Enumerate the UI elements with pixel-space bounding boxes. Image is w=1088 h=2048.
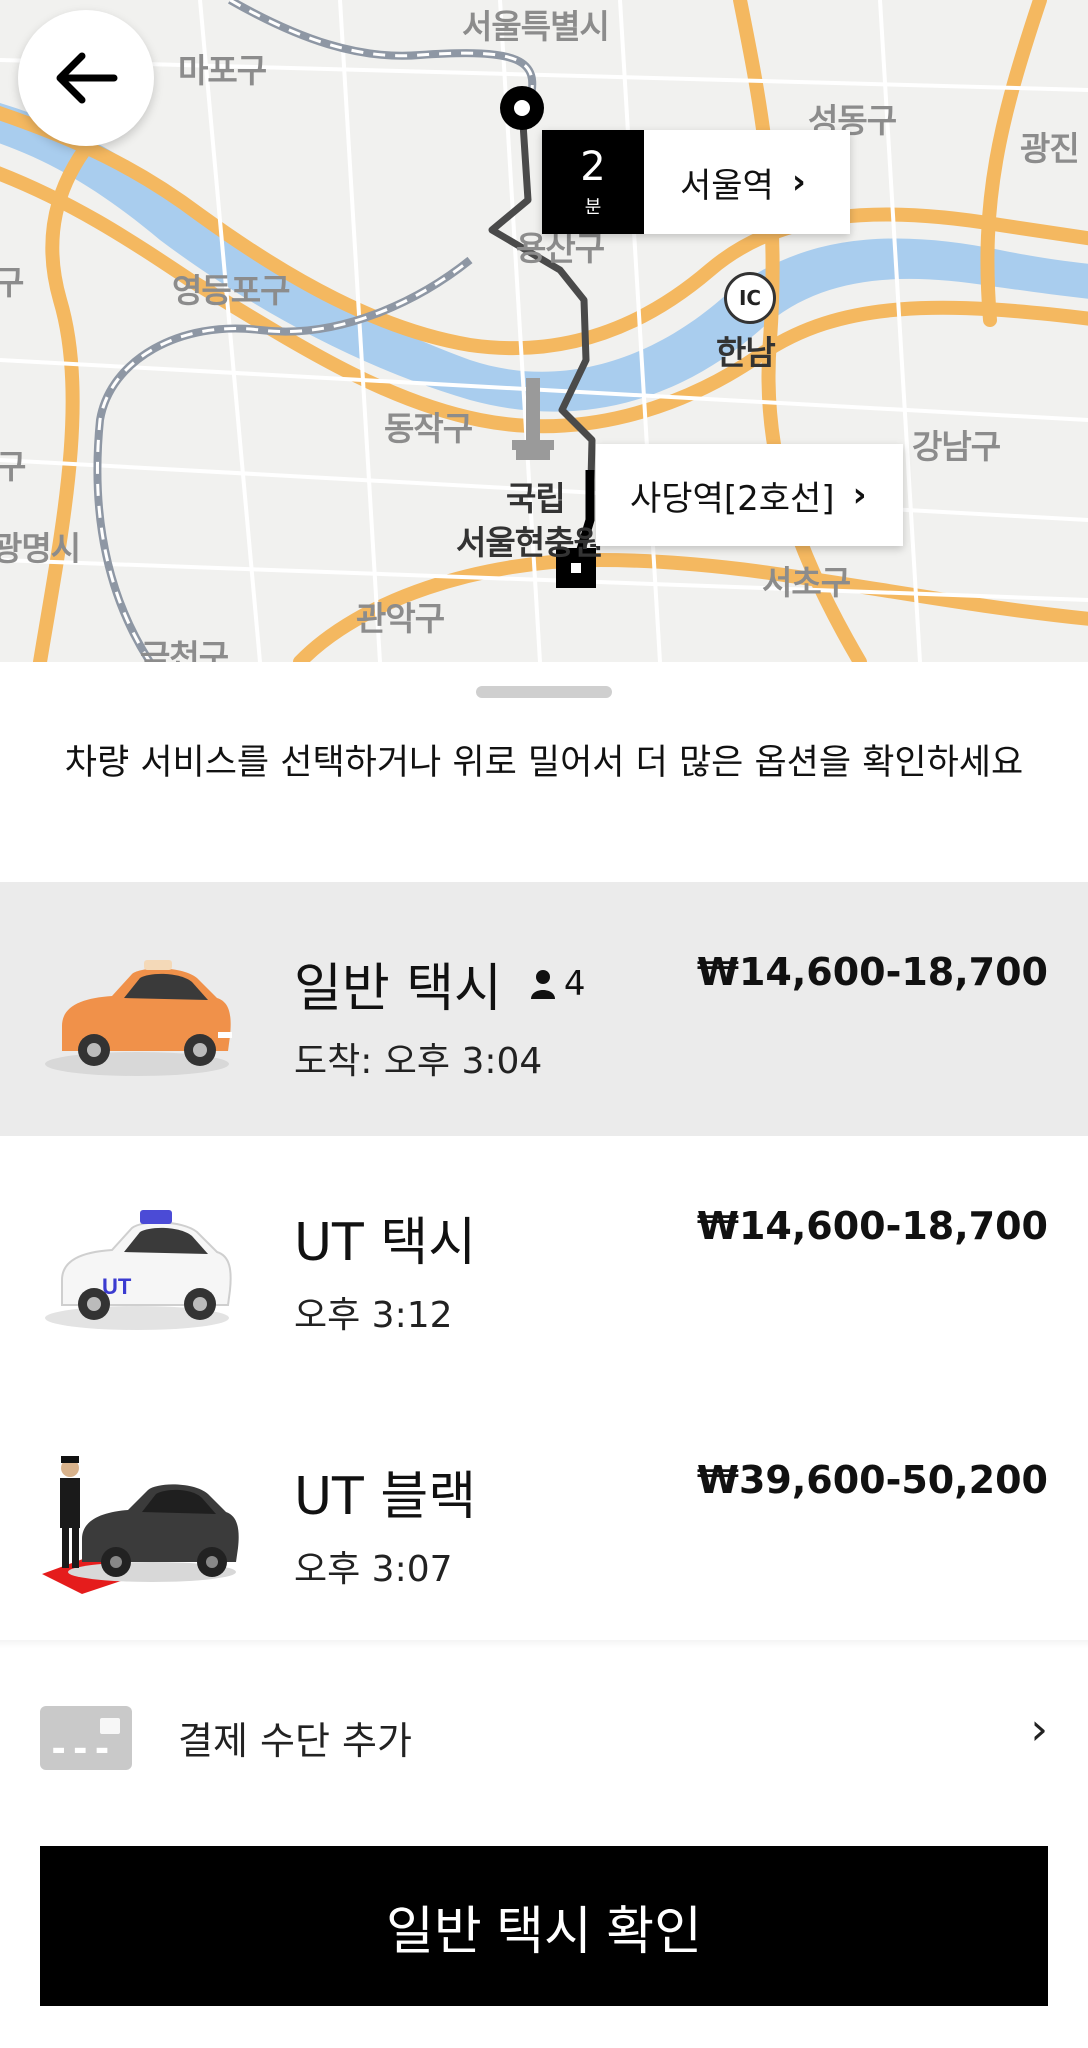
ride-name-text: UT 택시	[294, 1213, 477, 1273]
section-divider	[0, 1640, 1088, 1648]
black-car-icon	[42, 1456, 239, 1594]
map-label-guro: 구	[0, 263, 24, 302]
ride-arrival-time: 도착: 오후 3:04	[294, 1041, 543, 1082]
chevron-right-icon: ›	[791, 162, 806, 202]
eta-unit: 분	[584, 197, 602, 218]
white-taxi-icon: UT	[45, 1210, 232, 1330]
dropoff-callout[interactable]: 사당역[2호선] ›	[596, 444, 903, 546]
ride-option-ut-black[interactable]: UT 블랙 오후 3:07 ₩39,600-50,200	[0, 1390, 1088, 1644]
map-label-gangnam: 강남구	[912, 427, 1001, 466]
map-label-guro2: 구	[0, 447, 26, 486]
map-label-seoul: 서울특별시	[462, 7, 610, 46]
credit-card-icon: ▬ ▬ ▬	[40, 1706, 132, 1770]
map-label-cemetery: 서울현충원	[456, 523, 604, 562]
sheet-hint: 차량 서비스를 선택하거나 위로 밀어서 더 많은 옵션을 확인하세요	[64, 743, 1024, 783]
map-label-dongjak: 동작구	[384, 409, 473, 448]
person-icon	[530, 969, 555, 999]
ride-price: ₩14,600-18,700	[697, 950, 1048, 994]
ride-arrival-time: 오후 3:07	[294, 1549, 453, 1590]
pickup-callout[interactable]: 2 분 서울역 ›	[542, 130, 850, 234]
map-label-mapo: 마포구	[178, 51, 267, 90]
route-map[interactable]: 서울특별시 마포구 성동구 광진 영등포구 동작구 강남구 서초구 관악구 한남…	[0, 0, 1088, 662]
map-label-hannam: 한남	[716, 333, 776, 372]
map-label-gwangmyeong: 광명시	[0, 529, 81, 568]
ride-option-standard-taxi[interactable]: 일반 택시 4 도착: 오후 3:04 ₩14,600-18,700	[0, 882, 1088, 1136]
map-label-national: 국립	[506, 479, 566, 518]
payment-method-row[interactable]: ▬ ▬ ▬ 결제 수단 추가 ›	[0, 1680, 1088, 1790]
capacity-badge: 4	[530, 964, 586, 1004]
dropoff-label: 사당역[2호선]	[630, 478, 835, 519]
ride-arrival-time: 오후 3:12	[294, 1295, 453, 1336]
ride-name-text: UT 블랙	[294, 1467, 477, 1527]
ride-name: 일반 택시 4	[294, 946, 586, 1021]
ride-price: ₩39,600-50,200	[697, 1458, 1048, 1502]
pickup-location: 서울역 ›	[644, 130, 850, 234]
confirm-ride-button[interactable]: 일반 택시 확인	[40, 1846, 1048, 2006]
map-label-gwanak: 관악구	[356, 599, 445, 638]
arrow-left-icon	[56, 52, 118, 104]
capacity-value: 4	[563, 963, 586, 1004]
chevron-right-icon: ›	[1030, 1704, 1048, 1755]
map-label-geumcheon: 금천구	[140, 637, 229, 662]
ride-price: ₩14,600-18,700	[697, 1204, 1048, 1248]
map-label-gwangjin: 광진	[1020, 129, 1080, 168]
eta-value: 2	[580, 144, 606, 190]
pickup-label: 서울역	[680, 165, 774, 206]
sheet-drag-handle[interactable]	[476, 686, 612, 698]
map-label-yeongdeungpo: 영등포구	[172, 271, 290, 310]
ride-name: UT 블랙	[294, 1454, 476, 1529]
orange-taxi-icon	[45, 960, 232, 1076]
eta-box: 2 분	[542, 130, 644, 234]
ic-badge: IC	[724, 272, 776, 324]
ride-name-text: 일반 택시	[294, 959, 502, 1019]
payment-label: 결제 수단 추가	[178, 1719, 412, 1763]
back-button[interactable]	[18, 10, 154, 146]
ride-name: UT 택시	[294, 1200, 476, 1275]
chevron-right-icon: ›	[852, 475, 867, 515]
map-label-seocho: 서초구	[762, 563, 851, 602]
ride-option-ut-taxi[interactable]: UT UT 택시 오후 3:12 ₩14,600-18,700	[0, 1136, 1088, 1390]
